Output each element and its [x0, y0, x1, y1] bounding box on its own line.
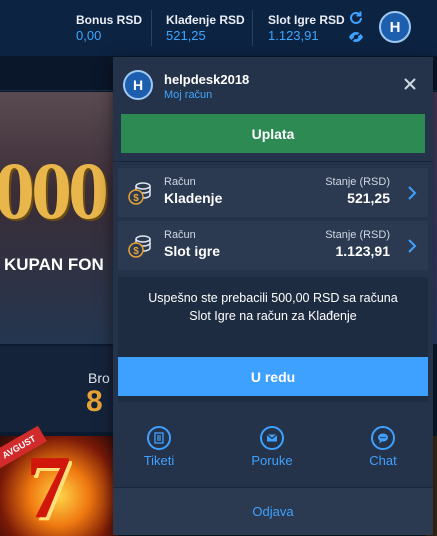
chat-button[interactable]: Chat [349, 426, 419, 476]
balance-label: Stanje (RSD) [325, 229, 390, 241]
coins-icon: $ [128, 182, 151, 205]
deposit-button[interactable]: Uplata [121, 114, 425, 153]
divider [151, 10, 152, 46]
chevron-right-icon [408, 186, 417, 200]
promo-counter-value: 8 [86, 385, 103, 418]
top-bar: Bonus RSD 0,00 Klađenje RSD 521,25 Slot … [0, 0, 437, 56]
envelope-icon [260, 426, 284, 450]
refresh-icon[interactable] [348, 10, 364, 26]
account-type-label: Račun [164, 229, 196, 241]
user-avatar-button[interactable]: H [379, 11, 411, 43]
tickets-label: Tiketi [143, 453, 175, 468]
ticket-icon [147, 426, 171, 450]
balance-bonus[interactable]: Bonus RSD 0,00 [76, 13, 142, 44]
slot-symbol: 7 [26, 438, 71, 536]
balance-value: 521,25 [347, 190, 390, 206]
banner-caption: KUPAN FON [4, 255, 104, 274]
close-icon[interactable] [402, 76, 418, 92]
balance-betting[interactable]: Klađenje RSD 521,25 [166, 13, 245, 44]
logout-button[interactable]: Odjava [113, 488, 433, 535]
balance-label: Stanje (RSD) [325, 176, 390, 188]
account-row-slots[interactable]: $ Račun Slot igre Stanje (RSD) 1.123,91 [118, 221, 428, 270]
chevron-right-icon [408, 239, 417, 253]
divider [113, 161, 433, 162]
balance-betting-value: 521,25 [166, 28, 206, 43]
user-avatar: H [123, 70, 153, 100]
chat-icon [371, 426, 395, 450]
balance-betting-label: Klađenje RSD [166, 13, 245, 27]
quick-actions: Tiketi Poruke Chat [113, 402, 433, 487]
transfer-success-message: Uspešno ste prebacili 500,00 RSD sa raču… [118, 277, 428, 402]
messages-button[interactable]: Poruke [238, 426, 308, 476]
account-row-betting[interactable]: $ Račun Kladenje Stanje (RSD) 521,25 [118, 168, 428, 217]
balance-value: 1.123,91 [335, 243, 391, 259]
balance-slots[interactable]: Slot Igre RSD 1.123,91 [268, 13, 345, 44]
account-type-label: Račun [164, 176, 196, 188]
divider [252, 10, 253, 46]
user-menu-panel: H helpdesk2018 Moj račun Uplata $ Račun … [113, 57, 433, 535]
ok-button[interactable]: U redu [118, 357, 428, 396]
account-name: Slot igre [164, 243, 221, 259]
messages-label: Poruke [251, 453, 293, 468]
tickets-button[interactable]: Tiketi [125, 426, 195, 476]
balance-slots-value: 1.123,91 [268, 28, 319, 43]
eye-icon[interactable] [348, 31, 364, 43]
balance-bonus-value: 0,00 [76, 28, 102, 43]
svg-text:$: $ [133, 193, 139, 204]
promo-banner[interactable]: 000 KUPAN FON [0, 92, 118, 344]
balance-bonus-label: Bonus RSD [76, 13, 142, 27]
account-name: Kladenje [164, 190, 223, 206]
svg-text:$: $ [133, 246, 139, 257]
promo-counter-label: Bro [88, 370, 110, 386]
chat-label: Chat [369, 453, 397, 468]
message-text: Uspešno ste prebacili 500,00 RSD sa raču… [148, 291, 398, 323]
username: helpdesk2018 [164, 72, 250, 87]
my-account-link[interactable]: Moj račun [164, 89, 212, 101]
balance-slots-label: Slot Igre RSD [268, 13, 345, 27]
banner-amount: 000 [0, 145, 109, 236]
coins-icon: $ [128, 235, 151, 258]
